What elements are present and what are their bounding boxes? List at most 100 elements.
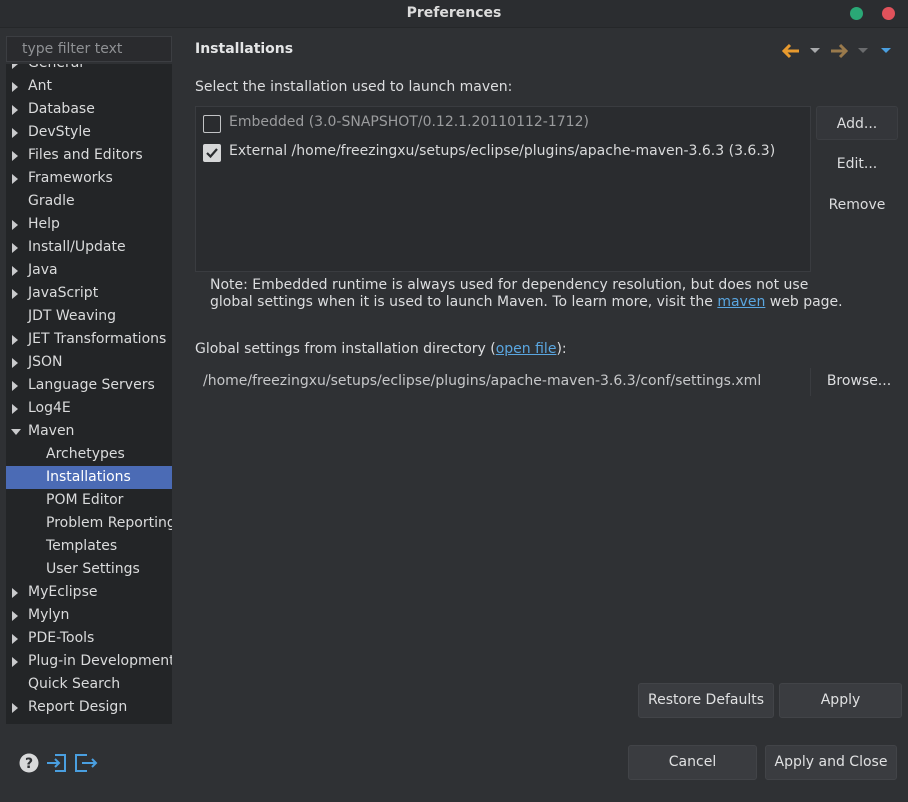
tree-item-label: PDE-Tools: [28, 630, 95, 646]
chevron-right-icon[interactable]: [12, 243, 18, 253]
apply-button[interactable]: Apply: [779, 683, 902, 718]
export-icon[interactable]: [73, 752, 99, 774]
close-button[interactable]: [882, 7, 895, 20]
tree-item-problem-reporting[interactable]: Problem Reporting: [6, 512, 172, 535]
tree-item-label: Mylyn: [28, 607, 70, 623]
tree-item-label: JDT Weaving: [28, 308, 117, 324]
global-settings-label: Global settings from installation direct…: [195, 341, 567, 357]
apply-and-close-button[interactable]: Apply and Close: [765, 745, 897, 780]
tree-item-archetypes[interactable]: Archetypes: [6, 443, 172, 466]
tree-item-jdt-weaving[interactable]: JDT Weaving: [6, 305, 172, 328]
remove-button[interactable]: Remove: [816, 188, 898, 222]
tree-item-installations[interactable]: Installations: [6, 466, 172, 489]
tree-item-label: JavaScript: [28, 285, 99, 301]
note-text: global settings when it is used to launc…: [210, 294, 713, 310]
tree-item-language-servers[interactable]: Language Servers: [6, 374, 172, 397]
embedded-checkbox[interactable]: [203, 115, 221, 133]
tree-item-install-update[interactable]: Install/Update: [6, 236, 172, 259]
tree-item-plug-in-development[interactable]: Plug-in Development: [6, 650, 172, 673]
settings-path-field[interactable]: /home/freezingxu/setups/eclipse/plugins/…: [195, 368, 811, 396]
tree-item-gradle[interactable]: Gradle: [6, 190, 172, 213]
global-settings-prefix: Global settings from installation direct…: [195, 341, 496, 357]
tree-item-label: Gradle: [28, 193, 75, 209]
chevron-right-icon[interactable]: [12, 174, 18, 184]
tree-item-database[interactable]: Database: [6, 98, 172, 121]
forward-history-dropdown-icon[interactable]: [858, 48, 868, 53]
global-settings-suffix: ):: [556, 341, 567, 357]
back-history-dropdown-icon[interactable]: [810, 48, 820, 53]
external-checkbox[interactable]: [203, 144, 221, 162]
forward-arrow-icon[interactable]: [829, 42, 849, 60]
chevron-right-icon[interactable]: [12, 128, 18, 138]
tree-item-java[interactable]: Java: [6, 259, 172, 282]
tree-item-pde-tools[interactable]: PDE-Tools: [6, 627, 172, 650]
help-icon[interactable]: ?: [18, 752, 40, 774]
tree-item-report-design[interactable]: Report Design: [6, 696, 172, 719]
chevron-right-icon[interactable]: [12, 335, 18, 345]
tree-item-jet-transformations[interactable]: JET Transformations: [6, 328, 172, 351]
tree-item-user-settings[interactable]: User Settings: [6, 558, 172, 581]
chevron-right-icon[interactable]: [12, 634, 18, 644]
back-arrow-icon[interactable]: [781, 42, 801, 60]
chevron-right-icon[interactable]: [12, 64, 18, 69]
title-bar: Preferences: [0, 0, 908, 28]
cancel-button[interactable]: Cancel: [628, 745, 757, 780]
tree-item-help[interactable]: Help: [6, 213, 172, 236]
tree-item-general[interactable]: General: [6, 64, 172, 75]
tree-item-label: JET Transformations: [28, 331, 167, 347]
tree-item-label: Templates: [46, 538, 118, 554]
tree-item-label: Install/Update: [28, 239, 126, 255]
tree-item-myeclipse[interactable]: MyEclipse: [6, 581, 172, 604]
chevron-right-icon[interactable]: [12, 611, 18, 621]
installation-label: Embedded (3.0-SNAPSHOT/0.12.1.20110112-1…: [229, 114, 589, 130]
tree-item-files-and-editors[interactable]: Files and Editors: [6, 144, 172, 167]
tree-item-label: JSON: [28, 354, 63, 370]
chevron-right-icon[interactable]: [12, 703, 18, 713]
preference-tree[interactable]: General Ant Database DevStyle Files and Edit…: [6, 64, 172, 724]
tree-item-log4e[interactable]: Log4E: [6, 397, 172, 420]
chevron-right-icon[interactable]: [12, 266, 18, 276]
tree-item-templates[interactable]: Templates: [6, 535, 172, 558]
chevron-down-icon[interactable]: [11, 429, 21, 435]
tree-item-label: User Settings: [46, 561, 140, 577]
installations-list[interactable]: Embedded (3.0-SNAPSHOT/0.12.1.20110112-1…: [195, 106, 811, 272]
import-icon[interactable]: [45, 752, 69, 774]
installation-label: External /home/freezingxu/setups/eclipse…: [229, 143, 776, 159]
restore-defaults-button[interactable]: Restore Defaults: [638, 683, 774, 718]
browse-button[interactable]: Browse...: [818, 364, 900, 398]
tree-item-mylyn[interactable]: Mylyn: [6, 604, 172, 627]
chevron-right-icon[interactable]: [12, 358, 18, 368]
tree-item-maven[interactable]: Maven: [6, 420, 172, 443]
chevron-right-icon[interactable]: [12, 381, 18, 391]
chevron-right-icon[interactable]: [12, 220, 18, 230]
add-button[interactable]: Add...: [816, 106, 898, 140]
chevron-right-icon[interactable]: [12, 289, 18, 299]
chevron-right-icon[interactable]: [12, 82, 18, 92]
tree-item-label: Problem Reporting: [46, 515, 172, 531]
edit-button[interactable]: Edit...: [816, 147, 898, 181]
window-title: Preferences: [406, 5, 502, 21]
checkmark-icon: [206, 148, 218, 159]
tree-item-pom-editor[interactable]: POM Editor: [6, 489, 172, 512]
tree-item-frameworks[interactable]: Frameworks: [6, 167, 172, 190]
chevron-right-icon[interactable]: [12, 105, 18, 115]
tree-item-quick-search[interactable]: Quick Search: [6, 673, 172, 696]
note-line-1: Note: Embedded runtime is always used fo…: [210, 277, 809, 293]
maven-link[interactable]: maven: [717, 294, 765, 310]
chevron-right-icon[interactable]: [12, 151, 18, 161]
tree-item-label: DevStyle: [28, 124, 91, 140]
tree-item-javascript[interactable]: JavaScript: [6, 282, 172, 305]
view-menu-icon[interactable]: [881, 48, 891, 53]
chevron-right-icon[interactable]: [12, 404, 18, 414]
tree-item-label: Plug-in Development: [28, 653, 172, 669]
chevron-right-icon[interactable]: [12, 657, 18, 667]
tree-item-label: Database: [28, 101, 95, 117]
tree-item-devstyle[interactable]: DevStyle: [6, 121, 172, 144]
tree-item-label: Installations: [46, 469, 131, 485]
filter-input[interactable]: type filter text: [6, 36, 172, 62]
minimize-button[interactable]: [850, 7, 863, 20]
chevron-right-icon[interactable]: [12, 588, 18, 598]
tree-item-ant[interactable]: Ant: [6, 75, 172, 98]
open-file-link[interactable]: open file: [496, 341, 557, 357]
tree-item-json[interactable]: JSON: [6, 351, 172, 374]
